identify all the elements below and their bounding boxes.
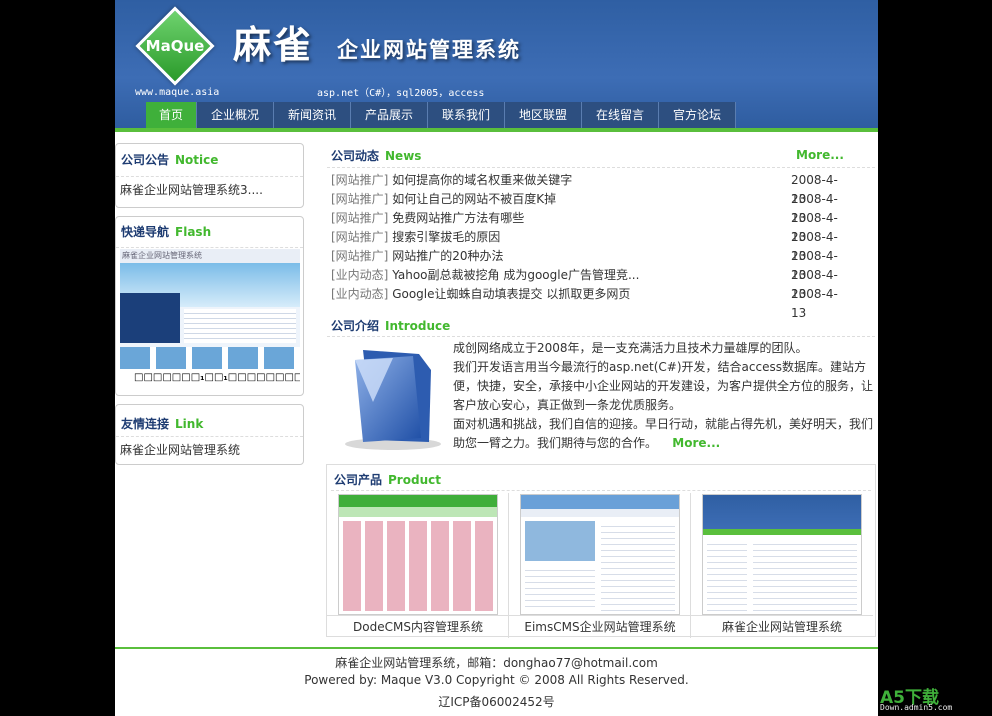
flash-banner[interactable]: 麻雀企业网站管理系统 □□□□□□□₁□□₁□□□□□□□□1.0 [120, 249, 300, 387]
notice-title-en: Notice [175, 153, 219, 167]
flash-box: 快递导航 Flash 麻雀企业网站管理系统 □□□□□□□₁□□₁□□□□□□□□… [115, 216, 304, 396]
news-row[interactable]: [网站推广] 搜索引擎拔毛的原因 2008-4-13 [331, 228, 851, 263]
products-title: 公司产品 Product [334, 473, 441, 487]
product-card[interactable]: DodeCMS内容管理系统 [327, 493, 509, 638]
intro-text: 成创网络成立于2008年，是一支充满活力且技术力量雄厚的团队。 我们开发语言用当… [453, 339, 875, 453]
news-row[interactable]: [网站推广] 如何让自己的网站不被百度K掉 2008-4-13 [331, 190, 851, 225]
footer-divider [115, 647, 878, 649]
nav-forum[interactable]: 官方论坛 [659, 102, 736, 128]
intro-more-link[interactable]: More... [672, 436, 720, 450]
header: MaQue www.maque.asia 麻雀 企业网站管理系统 asp.net… [115, 0, 878, 130]
brand-subtitle: 企业网站管理系统 [337, 37, 521, 62]
product-label[interactable]: EimsCMS企业网站管理系统 [509, 615, 691, 637]
footer-icp[interactable]: 辽ICP备06002452号 [115, 693, 878, 710]
links-box: 友情连接 Link 麻雀企业网站管理系统 [115, 404, 304, 465]
news-title: 公司动态 News [331, 149, 422, 163]
product-label[interactable]: 麻雀企业网站管理系统 [691, 615, 873, 637]
notice-text[interactable]: 麻雀企业网站管理系统3.... [116, 177, 303, 202]
watermark-small: Down.admin5.com [880, 703, 953, 712]
product-thumbnail[interactable] [338, 494, 498, 615]
intro-divider [327, 336, 875, 337]
logo-text: MaQue [145, 37, 205, 55]
product-label[interactable]: DodeCMS内容管理系统 [327, 615, 509, 637]
main-nav: 首页 企业概况 新闻资讯 产品展示 联系我们 地区联盟 在线留言 官方论坛 [146, 102, 736, 128]
nav-message[interactable]: 在线留言 [582, 102, 659, 128]
brand-title: 麻雀 [233, 22, 314, 67]
notice-box: 公司公告 Notice 麻雀企业网站管理系统3.... [115, 143, 304, 208]
links-title-en: Link [175, 417, 204, 431]
nav-products[interactable]: 产品展示 [351, 102, 428, 128]
product-card[interactable]: EimsCMS企业网站管理系统 [509, 493, 691, 638]
flash-title: 快递导航 [121, 225, 170, 239]
footer-copyright: Powered by: Maque V3.0 Copyright © 2008 … [304, 673, 689, 687]
folder-illustration-icon [345, 350, 441, 450]
product-thumbnail[interactable] [520, 494, 680, 615]
news-list: [网站推广] 如何提高你的域名权重来做关键字 2008-4-13 [网站推广] 如… [331, 171, 851, 320]
tech-stack: asp.net（C#），sql2005，access [317, 88, 485, 99]
links-title: 友情连接 [121, 417, 170, 431]
site-url: www.maque.asia [135, 87, 220, 98]
intro-title: 公司介绍 Introduce [331, 319, 451, 333]
intro-paragraph: 我们开发语言用当今最流行的asp.net(C#)开发，结合access数据库。建… [453, 360, 874, 412]
news-row[interactable]: [网站推广] 免费网站推广方法有哪些 2008-4-13 [331, 209, 851, 244]
products-box: 公司产品 Product DodeCMS内容管理系统 EimsCMS企业网站管理系… [326, 464, 876, 638]
nav-news[interactable]: 新闻资讯 [274, 102, 351, 128]
nav-contact[interactable]: 联系我们 [428, 102, 505, 128]
news-row[interactable]: [业内动态] Google让蜘蛛自动填表提交 以抓取更多网页 2008-4-13 [331, 285, 851, 320]
product-thumbnail[interactable] [702, 494, 862, 615]
news-divider [327, 167, 875, 168]
flash-caption: □□□□□□□₁□□₁□□□□□□□□1.0 [120, 369, 300, 387]
product-card[interactable]: 麻雀企业网站管理系统 [691, 493, 873, 638]
news-more-link[interactable]: More... [796, 148, 844, 162]
nav-region[interactable]: 地区联盟 [505, 102, 582, 128]
intro-paragraph: 成创网络成立于2008年，是一支充满活力且技术力量雄厚的团队。 [453, 341, 808, 355]
flash-thumb-title: 麻雀企业网站管理系统 [120, 249, 300, 263]
news-row[interactable]: [网站推广] 如何提高你的域名权重来做关键字 2008-4-13 [331, 171, 851, 206]
news-row[interactable]: [业内动态] Yahoo副总裁被挖角 成为google广告管理竞... 2008-… [331, 266, 851, 301]
page: MaQue www.maque.asia 麻雀 企业网站管理系统 asp.net… [115, 0, 878, 716]
nav-about[interactable]: 企业概况 [197, 102, 274, 128]
news-row[interactable]: [网站推广] 网站推广的20种办法 2008-4-13 [331, 247, 851, 282]
link-item[interactable]: 麻雀企业网站管理系统 [116, 437, 303, 462]
nav-home[interactable]: 首页 [146, 102, 197, 128]
footer-contact: 麻雀企业网站管理系统，邮箱：donghao77@hotmail.com [335, 656, 658, 670]
watermark-logo: A5下载 Down.admin5.com [880, 683, 992, 716]
logo[interactable]: MaQue [135, 6, 215, 86]
flash-title-en: Flash [175, 225, 212, 239]
intro-paragraph: 面对机遇和挑战，我们自信的迎接。早日行动，就能占得先机，美好明天，我们助您一臂之… [453, 417, 874, 450]
notice-title: 公司公告 [121, 153, 170, 167]
header-divider [115, 128, 878, 132]
